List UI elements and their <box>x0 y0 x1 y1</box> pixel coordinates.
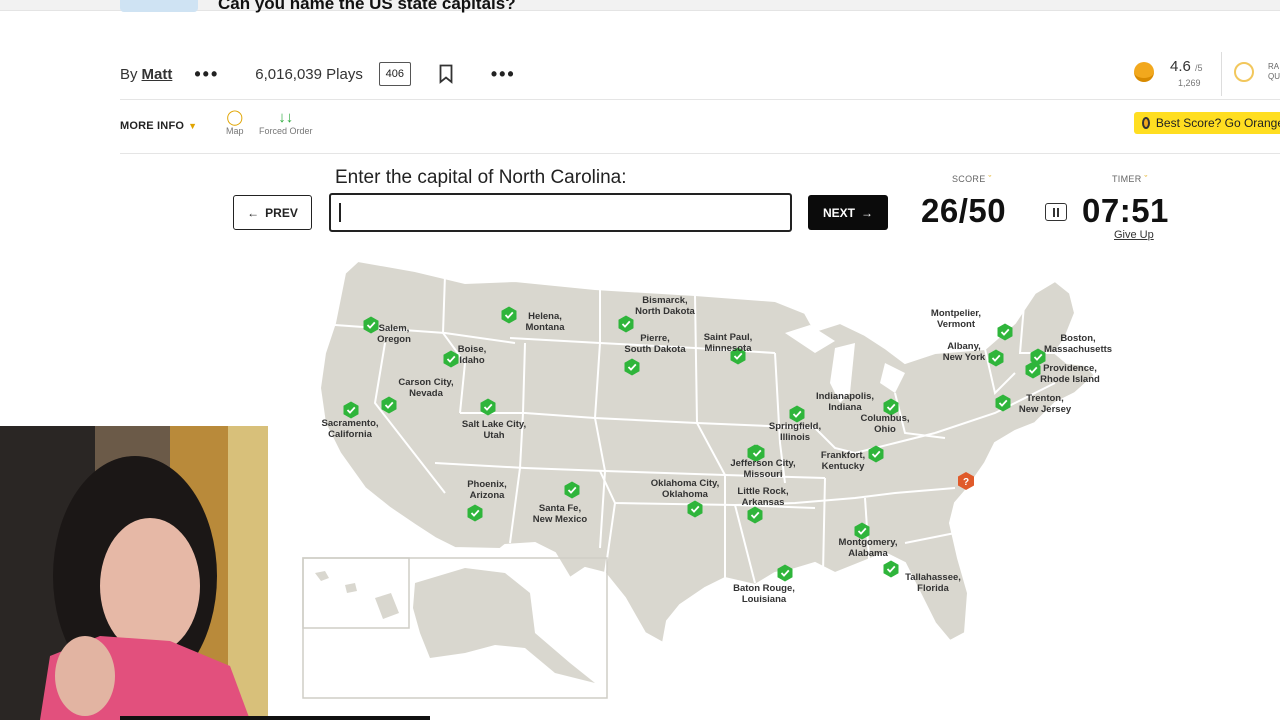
capital-label: Pierre, South Dakota <box>624 333 686 355</box>
divider <box>120 153 1280 154</box>
author-byline: By Matt <box>120 66 172 83</box>
video-progress-bar <box>120 716 430 720</box>
quiz-title: Can you name the US state capitals? <box>218 0 516 13</box>
capital-label: Boise, Idaho <box>457 344 487 366</box>
more-info-toggle[interactable]: MORE INFO ▼ <box>120 120 197 132</box>
capital-label: Carson City, Nevada <box>398 377 454 399</box>
author-more-icon[interactable]: ••• <box>194 64 219 85</box>
score-label-text: SCORE <box>952 174 986 184</box>
chevron-down-icon: ▼ <box>188 121 198 131</box>
webcam-image <box>0 426 268 720</box>
capital-label: Columbus, Ohio <box>860 413 910 435</box>
forced-order-tool[interactable]: ↓↓ Forced Order <box>259 109 313 137</box>
quiz-meta: By Matt ••• 6,016,039 Plays 406 ••• <box>120 62 516 86</box>
arrow-left-icon: ← <box>247 205 260 220</box>
capital-label: Providence, Rhode Island <box>1040 363 1100 385</box>
author-link[interactable]: Matt <box>142 66 173 83</box>
capital-label: Little Rock, Arkansas <box>737 486 789 508</box>
webcam-overlay <box>0 426 268 720</box>
bookmark-icon[interactable] <box>439 64 453 84</box>
capital-label: Jefferson City, Missouri <box>730 458 796 480</box>
capital-label: Saint Paul, Minnesota <box>703 332 753 354</box>
divider <box>120 99 1280 100</box>
next-label: NEXT <box>822 205 855 220</box>
answer-input[interactable] <box>329 193 792 232</box>
map-label: Map <box>226 126 244 136</box>
capital-label: Oklahoma City, Oklahoma <box>650 478 720 500</box>
rank-icon[interactable] <box>1234 62 1254 82</box>
capital-label: Boston, Massachusetts <box>1043 333 1113 355</box>
capital-label: Indianapolis, Indiana <box>815 391 875 413</box>
more-options-icon[interactable]: ••• <box>491 64 516 85</box>
score-value: 26/50 <box>921 192 1007 229</box>
divider <box>1221 52 1222 96</box>
by-label: By <box>120 65 138 83</box>
hawaii-frame <box>302 557 410 629</box>
rating-icon <box>1134 62 1154 82</box>
capital-label: Salem, Oregon <box>377 323 411 345</box>
capital-label: Albany, New York <box>942 341 986 363</box>
text-caret <box>339 203 341 222</box>
quiz-page: Can you name the US state capitals? By Ma… <box>0 0 1280 720</box>
timer-value: 07:51 <box>1082 192 1169 229</box>
rating-count: 1,269 <box>1178 78 1201 88</box>
map-icon: ◯ <box>226 109 244 126</box>
map-tool[interactable]: ◯ Map <box>226 109 244 137</box>
capital-label: Helena, Montana <box>525 311 565 333</box>
capital-label: Phoenix, Arizona <box>467 479 507 501</box>
rating-widget[interactable]: 4.6 /5 1,269 <box>1134 58 1203 88</box>
us-map[interactable]: ? Salem, Oregon Helena, Montana Bismarck, Nor… <box>295 253 1127 703</box>
next-button[interactable]: NEXT → <box>808 195 888 230</box>
alaska-shape <box>413 568 595 683</box>
rank-label: RA QU <box>1268 62 1280 81</box>
capital-label: Santa Fe, New Mexico <box>532 503 588 525</box>
quiz-thumbnail <box>120 0 198 12</box>
comments-count: 406 <box>385 68 404 80</box>
correct-check-marker <box>883 560 899 578</box>
capital-label: Trenton, New Jersey <box>1018 393 1072 415</box>
rating-value: 4.6 /5 <box>1170 58 1203 75</box>
comments-button[interactable]: 406 <box>378 62 411 86</box>
score-label[interactable]: SCORE ˇ <box>952 174 992 184</box>
forced-order-icon: ↓↓ <box>278 109 294 126</box>
rating-scale: /5 <box>1195 63 1203 73</box>
svg-text:?: ? <box>963 477 969 488</box>
give-up-link[interactable]: Give Up <box>1114 229 1154 241</box>
chevron-down-icon: ˇ <box>988 174 992 184</box>
timer-label[interactable]: TIMER ˇ <box>1112 174 1148 184</box>
pause-button[interactable] <box>1045 203 1067 221</box>
question-prompt: Enter the capital of North Carolina: <box>335 167 627 188</box>
capital-label: Montpelier, Vermont <box>930 308 982 330</box>
timer-label-text: TIMER <box>1112 174 1142 184</box>
capital-label: Tallahassee, Florida <box>905 572 961 594</box>
rating-number: 4.6 <box>1170 58 1191 75</box>
capital-label: Sacramento, California <box>321 418 379 440</box>
forced-order-label: Forced Order <box>259 126 313 136</box>
capital-label: Baton Rouge, Louisiana <box>733 583 795 605</box>
best-score-button[interactable]: Best Score? Go Orange <box>1134 112 1280 134</box>
plays-count: 6,016,039 Plays <box>255 65 363 83</box>
more-info-label: MORE INFO <box>120 120 185 132</box>
capital-label: Salt Lake City, Utah <box>461 419 527 441</box>
orange-icon <box>1142 117 1150 129</box>
prev-button[interactable]: ← PREV <box>233 195 312 230</box>
capital-label: Frankfort, Kentucky <box>820 450 866 472</box>
prev-label: PREV <box>265 205 298 220</box>
capital-label: Montgomery, Alabama <box>838 537 898 559</box>
capital-label: Springfield, Illinois <box>768 421 822 443</box>
capital-label: Bismarck, North Dakota <box>635 295 695 317</box>
best-score-label: Best Score? Go Orange <box>1155 116 1280 130</box>
hawaii-shape <box>315 571 399 619</box>
arrow-right-icon: → <box>861 205 873 220</box>
chevron-down-icon: ˇ <box>1144 174 1148 184</box>
